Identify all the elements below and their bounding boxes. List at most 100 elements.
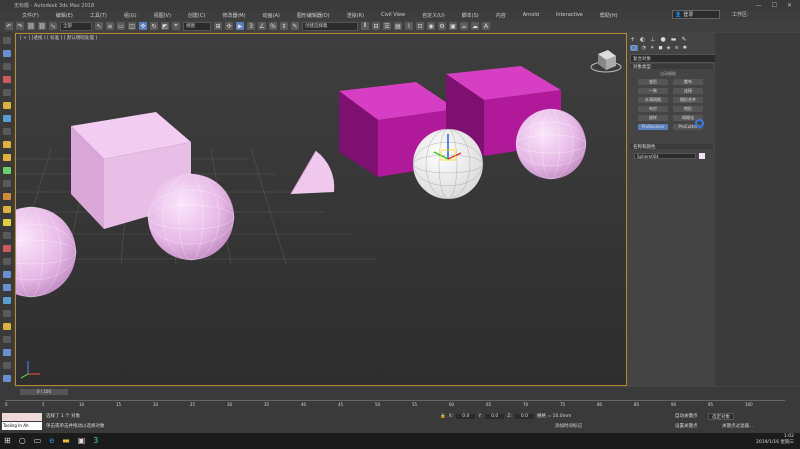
menu-graph-editors[interactable]: 图形编辑器(D) — [297, 12, 330, 19]
sphere-selected[interactable] — [412, 128, 484, 200]
spinner-snap-icon[interactable]: ⇕ — [280, 22, 288, 30]
z-field[interactable]: 0.0 — [514, 413, 535, 419]
menu-content[interactable]: 内容 — [496, 12, 506, 19]
a360-gallery-icon[interactable]: A — [482, 22, 490, 30]
object-color-swatch[interactable] — [699, 153, 705, 159]
geometry-icon[interactable] — [3, 167, 11, 174]
edit-named-selection-icon[interactable]: ✎ — [291, 22, 299, 30]
select-manipulate-icon[interactable]: ✣ — [225, 22, 233, 30]
reference-coordinate-dropdown[interactable]: 视图 — [183, 21, 211, 31]
autogrid-checkbox[interactable]: 自动栅格 — [660, 71, 676, 77]
select-by-name-icon[interactable]: ≡ — [106, 22, 114, 30]
display-icon[interactable] — [3, 63, 11, 70]
name-color-rollout[interactable]: 名称和颜色 — [630, 144, 713, 150]
render-production-icon[interactable]: ☕ — [460, 22, 468, 30]
proboolean-button[interactable]: ProBoolean — [638, 124, 668, 130]
geometry-category-icon[interactable]: ◯ — [630, 45, 638, 51]
renderable-icon[interactable] — [3, 349, 11, 356]
motion-tab-icon[interactable]: ● — [661, 36, 666, 43]
object-name-field[interactable]: Sphere004 — [634, 153, 696, 159]
mirror-icon[interactable]: ⫴ — [361, 22, 369, 30]
create-tab-icon[interactable]: + — [630, 36, 635, 43]
menu-arnold[interactable]: Arnold — [523, 12, 539, 18]
morph-button[interactable]: 变形 — [638, 79, 668, 85]
windows-start-icon[interactable]: ⊞ — [4, 436, 11, 445]
track-bar[interactable]: 0 5 10 15 20 25 30 35 40 45 50 55 60 65 … — [5, 400, 785, 409]
time-slider[interactable]: 0 / 100 — [20, 389, 68, 395]
menu-rendering[interactable]: 渲染(R) — [347, 12, 364, 19]
window-crossing-icon[interactable]: ◫ — [128, 22, 136, 30]
connect-button[interactable]: 连接 — [673, 88, 703, 94]
lights-icon[interactable] — [3, 102, 11, 109]
close-icon[interactable]: ✕ — [787, 2, 792, 9]
containers-icon[interactable] — [3, 271, 11, 278]
menu-edit[interactable]: 编辑(E) — [56, 12, 73, 19]
align-icon[interactable]: ⊟ — [372, 22, 380, 30]
menu-group[interactable]: 组(G) — [124, 12, 137, 19]
lock-selection-icon[interactable]: 🔒 — [440, 414, 446, 419]
find-icon[interactable] — [3, 375, 11, 382]
minimize-icon[interactable]: — — [756, 2, 762, 9]
render-setup-icon[interactable]: ⚙ — [438, 22, 446, 30]
lights-category-icon[interactable]: ☀ — [650, 45, 654, 51]
select-and-scale-icon[interactable]: ◩ — [161, 22, 169, 30]
scene-explorer-toggle-icon[interactable] — [3, 37, 11, 44]
rectangular-selection-icon[interactable]: ▭ — [117, 22, 125, 30]
display-tab-icon[interactable]: ▬ — [671, 36, 677, 43]
y-field[interactable]: 0.0 — [485, 413, 505, 419]
systems-category-icon[interactable]: ✱ — [683, 45, 687, 51]
particles-icon[interactable] — [3, 245, 11, 252]
visibility-icon[interactable] — [3, 336, 11, 343]
menu-modifiers[interactable]: 修改器(M) — [222, 12, 245, 19]
rendered-frame-window-icon[interactable]: ▣ — [449, 22, 457, 30]
key-mode-dropdown[interactable]: 选定对象 — [708, 413, 734, 420]
scene-explorer-icon[interactable]: ▤ — [394, 22, 402, 30]
material-editor-icon[interactable]: ◉ — [427, 22, 435, 30]
script-input[interactable]: Tooling In Ah — [2, 422, 42, 430]
boolean-button[interactable]: 布尔 — [638, 106, 668, 112]
sun-icon[interactable] — [3, 219, 11, 226]
render-in-cloud-icon[interactable]: ☁ — [471, 22, 479, 30]
layer-explorer-icon[interactable]: ☰ — [383, 22, 391, 30]
selection-filter-dropdown[interactable]: 全部 — [60, 21, 92, 31]
sphere-right[interactable] — [515, 108, 587, 180]
menu-scripting[interactable]: 脚本(S) — [462, 12, 479, 19]
filter-icon[interactable] — [3, 154, 11, 161]
set-key-button[interactable]: 设置关键点 — [675, 423, 698, 429]
helpers-category-icon[interactable]: ◈ — [667, 45, 671, 51]
bind-space-warp-icon[interactable]: ∿ — [49, 22, 57, 30]
pivot-center-icon[interactable]: ⊞ — [214, 22, 222, 30]
xrefs-icon[interactable] — [3, 284, 11, 291]
select-object-icon[interactable]: ↖ — [95, 22, 103, 30]
menu-views[interactable]: 视图(V) — [154, 12, 171, 19]
hide-icon[interactable] — [3, 297, 11, 304]
blobmesh-button[interactable]: 水滴网格 — [638, 97, 668, 103]
conform-button[interactable]: 一致 — [638, 88, 668, 94]
file-explorer-icon[interactable]: ▬ — [62, 436, 70, 445]
curve-editor-icon[interactable]: ⌇ — [405, 22, 413, 30]
lock-icon[interactable] — [3, 310, 11, 317]
named-selection-set-dropdown[interactable]: 创建选择集 — [302, 21, 358, 31]
schematic-view-icon[interactable]: ⊡ — [416, 22, 424, 30]
scatter-button[interactable]: 散布 — [673, 79, 703, 85]
menu-civil-view[interactable]: Civil View — [381, 12, 405, 18]
undo-icon[interactable]: ↶ — [5, 22, 13, 30]
object-type-rollout[interactable]: 对象类型 — [630, 64, 713, 70]
object-category-dropdown[interactable]: 复合对象 — [630, 54, 719, 63]
perspective-viewport[interactable]: [ + ] [透视 ] [ 标准 ] [ 默认明暗处理 ] — [15, 33, 627, 386]
x-field[interactable]: 0.0 — [456, 413, 476, 419]
key-filters-button[interactable]: 关键点过滤器... — [722, 423, 753, 429]
spacewarps-category-icon[interactable]: ≋ — [674, 45, 678, 51]
select-and-move-icon[interactable]: ✥ — [139, 22, 147, 30]
place-icon[interactable]: ⌖ — [172, 22, 180, 30]
sphere-left-cut[interactable] — [16, 206, 77, 298]
3dsmax-taskbar-icon[interactable]: 3 — [93, 436, 98, 445]
store-icon[interactable]: ▣ — [78, 436, 86, 445]
shapemerge-button[interactable]: 图形合并 — [673, 97, 703, 103]
sphere-middle[interactable] — [147, 173, 235, 261]
add-time-tag[interactable]: 添加时间标记 — [555, 423, 582, 429]
utilities-tab-icon[interactable]: ✎ — [681, 36, 686, 43]
unfreeze-icon[interactable] — [3, 323, 11, 330]
loft-button[interactable]: 放样 — [638, 115, 668, 121]
menu-customize[interactable]: 自定义(U) — [422, 12, 445, 19]
